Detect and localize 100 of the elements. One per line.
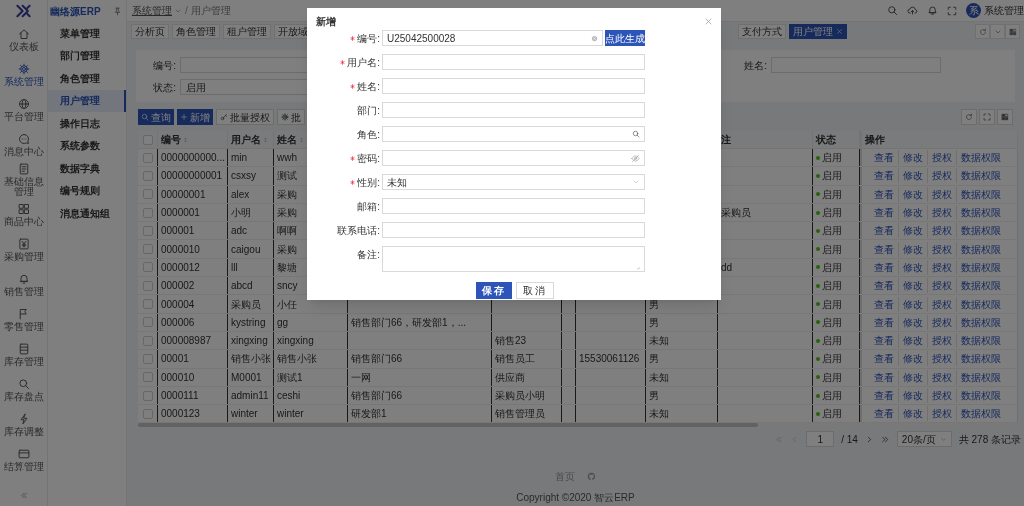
menu-item[interactable]: 消息通知组 (48, 202, 126, 225)
input-field[interactable] (382, 78, 645, 94)
action-link[interactable]: 修改 (899, 168, 928, 184)
action-link[interactable]: 查看 (870, 351, 899, 367)
action-link[interactable]: 查看 (870, 150, 899, 166)
action-link[interactable]: 修改 (899, 296, 928, 312)
column-settings-button[interactable] (997, 109, 1013, 125)
action-link[interactable]: 查看 (870, 205, 899, 221)
action-link[interactable]: 修改 (899, 278, 928, 294)
menu-item[interactable]: 编号规则 (48, 179, 126, 202)
column-header[interactable]: 注 (721, 132, 731, 147)
close-icon[interactable] (836, 28, 843, 35)
last-page-icon[interactable] (880, 434, 890, 444)
action-link[interactable]: 授权 (928, 351, 957, 367)
input-field[interactable]: U25042500028 (382, 30, 603, 46)
action-link[interactable]: 查看 (870, 388, 899, 403)
search-icon[interactable] (632, 130, 640, 138)
checkbox[interactable] (142, 225, 153, 236)
action-link[interactable]: 数据权限 (957, 333, 1005, 349)
checkbox[interactable] (142, 152, 153, 163)
action-link[interactable]: 授权 (928, 406, 957, 422)
checkbox[interactable] (142, 170, 153, 181)
column-header[interactable]: 操作 (865, 132, 885, 147)
resize-handle-icon[interactable] (634, 264, 640, 270)
batch-authorize-button[interactable]: 批量授权 (216, 109, 274, 125)
rail-item[interactable]: 库存盘点 (0, 372, 47, 407)
tab[interactable]: 角色管理 (172, 24, 220, 39)
action-link[interactable]: 数据权限 (957, 223, 1005, 239)
rail-item[interactable]: 商品中心 (0, 197, 47, 232)
input-field[interactable] (382, 102, 645, 118)
action-link[interactable]: 授权 (928, 223, 957, 239)
github-icon[interactable] (587, 472, 596, 482)
action-link[interactable]: 授权 (928, 314, 957, 330)
cancel-button[interactable]: 取消 (516, 282, 554, 299)
breadcrumb-link[interactable]: 系统管理 (132, 3, 172, 18)
checkbox[interactable] (142, 262, 153, 273)
menu-item[interactable]: 菜单管理 (48, 22, 126, 45)
action-link[interactable]: 数据权限 (957, 241, 1005, 257)
rail-item[interactable]: 消息中心 (0, 127, 47, 162)
action-link[interactable]: 查看 (870, 278, 899, 294)
action-link[interactable]: 修改 (899, 241, 928, 257)
tab[interactable]: 租户管理 (223, 24, 271, 39)
action-link[interactable]: 授权 (928, 150, 957, 166)
tab[interactable]: 用户管理 (789, 24, 847, 39)
search-icon[interactable] (887, 5, 898, 16)
action-link[interactable]: 数据权限 (957, 296, 1005, 312)
refresh-button[interactable] (975, 24, 990, 39)
action-link[interactable]: 查看 (870, 369, 899, 385)
checkbox[interactable] (142, 280, 153, 291)
action-link[interactable]: 数据权限 (957, 168, 1005, 184)
user-avatar[interactable]: 系 (966, 3, 981, 18)
action-link[interactable]: 修改 (899, 314, 928, 330)
action-link[interactable]: 数据权限 (957, 406, 1005, 422)
input-field[interactable] (382, 222, 645, 238)
save-button[interactable]: 保存 (476, 282, 512, 299)
action-link[interactable]: 数据权限 (957, 150, 1005, 166)
action-link[interactable]: 授权 (928, 278, 957, 294)
action-link[interactable]: 查看 (870, 333, 899, 349)
cloud-upload-icon[interactable] (907, 5, 918, 16)
password-field[interactable] (382, 150, 645, 166)
action-link[interactable]: 授权 (928, 388, 957, 403)
page-input[interactable]: 1 (806, 431, 835, 448)
search-button[interactable]: 查询 (138, 109, 174, 125)
scrollbar-thumb[interactable] (138, 423, 758, 428)
tab[interactable]: 分析页 (131, 24, 169, 39)
checkbox[interactable] (142, 408, 153, 419)
action-link[interactable]: 数据权限 (957, 278, 1005, 294)
user-name[interactable]: 系统管理 (984, 3, 1024, 18)
menu-item[interactable]: 角色管理 (48, 67, 126, 90)
rail-item[interactable]: 采购管理 (0, 232, 47, 267)
action-link[interactable]: 授权 (928, 369, 957, 385)
checkbox[interactable] (142, 317, 153, 328)
action-link[interactable]: 查看 (870, 259, 899, 275)
action-link[interactable]: 数据权限 (957, 369, 1005, 385)
checkbox[interactable] (142, 299, 153, 309)
action-link[interactable]: 数据权限 (957, 186, 1005, 202)
input-field[interactable] (382, 198, 645, 214)
close-icon[interactable] (704, 16, 713, 26)
checkbox[interactable] (142, 390, 153, 401)
column-header[interactable]: 编号 (161, 132, 181, 147)
menu-item[interactable]: 操作日志 (48, 112, 126, 135)
action-link[interactable]: 查看 (870, 314, 899, 330)
refresh-button[interactable] (961, 109, 977, 125)
action-link[interactable]: 修改 (899, 150, 928, 166)
pin-icon[interactable] (113, 6, 122, 16)
hidden-eye-icon[interactable] (631, 153, 640, 163)
action-link[interactable]: 修改 (899, 205, 928, 221)
layout-button[interactable] (1005, 24, 1020, 39)
action-link[interactable]: 授权 (928, 186, 957, 202)
checkbox[interactable] (142, 335, 153, 346)
column-header[interactable]: 状态 (816, 132, 836, 147)
bell-icon[interactable] (927, 5, 938, 16)
select-field[interactable]: 未知 (382, 174, 645, 190)
action-link[interactable]: 授权 (928, 205, 957, 221)
rail-item[interactable]: 库存调整 (0, 407, 47, 442)
column-header[interactable]: 姓名 (277, 132, 297, 147)
checkbox[interactable] (142, 207, 153, 218)
clear-icon[interactable] (591, 34, 598, 42)
action-link[interactable]: 查看 (870, 168, 899, 184)
sort-icon[interactable] (298, 135, 305, 144)
